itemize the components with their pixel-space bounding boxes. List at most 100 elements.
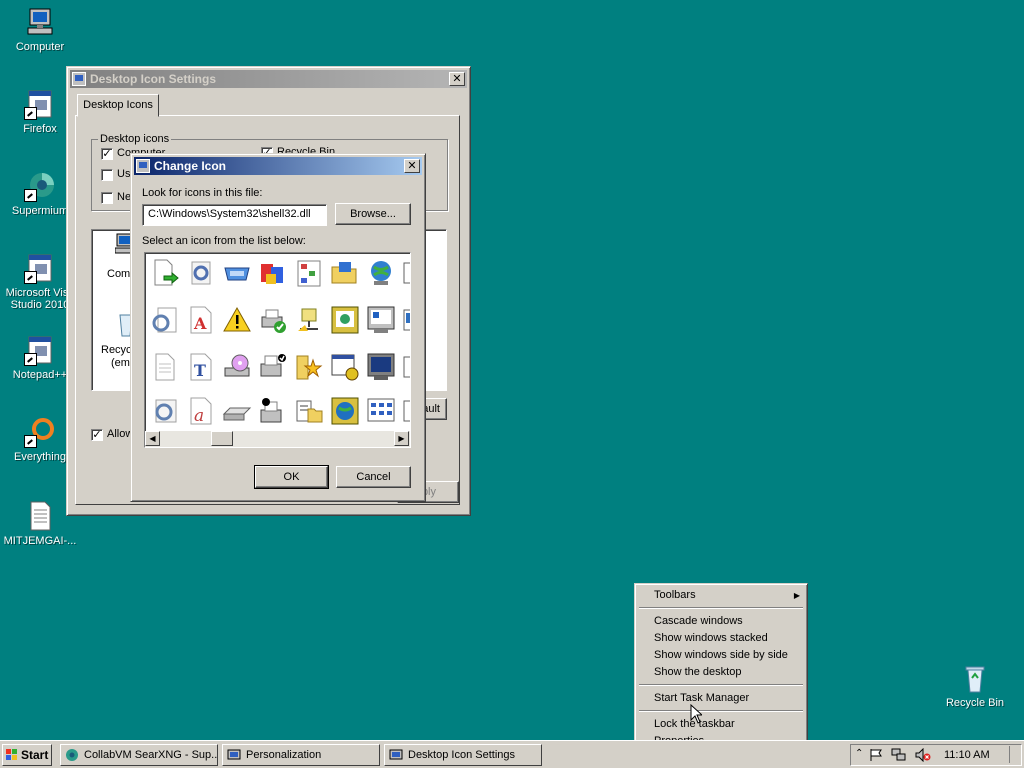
menu-item-label: Show the desktop: [654, 666, 742, 678]
allow-themes-checkbox[interactable]: ✓: [91, 429, 103, 441]
scheduled-tasks-icon[interactable]: [330, 352, 360, 382]
network-share-icon[interactable]: [294, 305, 324, 335]
dialog-title: Change Icon: [154, 159, 227, 173]
change-icon-dialog[interactable]: Change Icon ✕ Look for icons in this fil…: [130, 153, 426, 502]
view-grid-icon[interactable]: [366, 396, 396, 426]
close-button[interactable]: ✕: [449, 72, 465, 86]
horizontal-scrollbar[interactable]: ◀ ▶: [145, 431, 410, 447]
window-partial-icon-2[interactable]: [402, 305, 410, 335]
settings-page-icon[interactable]: [150, 305, 180, 335]
flag-icon[interactable]: [869, 748, 883, 765]
mouse-cursor-icon: [690, 703, 704, 724]
shortcut-arrow-icon: [24, 271, 37, 284]
visual-studio-icon: [24, 252, 56, 284]
search-page-icon[interactable]: [150, 396, 180, 426]
menu-item-side-by-side[interactable]: Show windows side by side: [638, 647, 804, 664]
menu-item-cascade[interactable]: Cascade windows: [638, 613, 804, 630]
user-files-checkbox-label: Us: [117, 168, 131, 180]
ok-button[interactable]: OK: [254, 465, 329, 489]
removable-drive-icon[interactable]: [222, 396, 252, 426]
show-hidden-icons-icon[interactable]: ⌃: [855, 748, 863, 759]
taskbar-item-desktop-icon-settings[interactable]: Desktop Icon Settings: [384, 744, 542, 766]
window-partial-icon-4[interactable]: [402, 396, 410, 426]
menu-item-label: Start Task Manager: [654, 692, 750, 704]
system-tray: ⌃ 11:10 AM: [850, 744, 1022, 766]
printer-fax-icon[interactable]: [258, 396, 288, 426]
change-icon-titlebar[interactable]: Change Icon ✕: [134, 157, 422, 175]
printer-check-icon[interactable]: [258, 305, 288, 335]
browse-button[interactable]: Browse...: [335, 203, 411, 225]
windows-logo-icon: [5, 748, 19, 762]
tree-view-icon[interactable]: [294, 258, 324, 288]
taskbar-item-label: CollabVM SearXNG - Sup...: [84, 749, 218, 761]
desktop-icon-label: Recycle Bin: [945, 697, 1005, 709]
taskbar-item-personalization[interactable]: Personalization: [222, 744, 380, 766]
taskbar-context-menu[interactable]: Toolbars ▶ Cascade windows Show windows …: [634, 583, 808, 753]
volume-muted-icon[interactable]: [915, 747, 931, 765]
blank-page-icon[interactable]: [150, 352, 180, 382]
file-path-value: C:\Windows\System32\shell32.dll: [148, 208, 311, 220]
cd-drive-icon[interactable]: [222, 352, 252, 382]
svg-text:A: A: [193, 314, 207, 333]
taskbar: Start CollabVM SearXNG - Sup... Personal…: [0, 740, 1024, 768]
scroll-right-button[interactable]: ▶: [394, 431, 409, 446]
clock[interactable]: 11:10 AM: [944, 749, 990, 761]
tab-desktop-icons[interactable]: Desktop Icons: [77, 94, 159, 117]
menu-item-toolbars[interactable]: Toolbars ▶: [638, 587, 804, 604]
truetype-font-icon[interactable]: T: [186, 352, 216, 382]
network-folder-icon[interactable]: [330, 258, 360, 288]
taskbar-item-collabvm[interactable]: CollabVM SearXNG - Sup...: [60, 744, 218, 766]
desktop-icon-computer[interactable]: Computer: [0, 6, 80, 53]
monitor-icon[interactable]: [366, 305, 396, 335]
text-file-icon: [24, 500, 56, 532]
control-panel-icon[interactable]: [330, 305, 360, 335]
ok-label: OK: [283, 471, 300, 483]
start-label: Start: [21, 748, 49, 762]
network-checkbox[interactable]: [101, 192, 113, 204]
tab-label: Desktop Icons: [83, 99, 153, 111]
menu-item-task-manager[interactable]: Start Task Manager: [638, 690, 804, 707]
preview-label-recycle-empty: (em: [111, 357, 130, 369]
supermium-icon: [24, 170, 56, 202]
menu-item-lock-taskbar[interactable]: Lock the taskbar: [638, 716, 804, 733]
script-font-icon[interactable]: a: [186, 396, 216, 426]
firefox-icon: [24, 88, 56, 120]
menu-item-stacked[interactable]: Show windows stacked: [638, 630, 804, 647]
svg-text:T: T: [194, 361, 206, 380]
globe-computer-icon[interactable]: [366, 258, 396, 288]
browse-label: Browse...: [350, 208, 396, 220]
internet-options-icon[interactable]: [330, 396, 360, 426]
menu-item-show-desktop[interactable]: Show the desktop: [638, 664, 804, 681]
preview-label-recycle: Recyc: [101, 344, 132, 356]
window-partial-icon[interactable]: [402, 258, 410, 288]
computer-checkbox[interactable]: ✓: [101, 148, 113, 160]
file-path-input[interactable]: C:\Windows\System32\shell32.dll: [142, 204, 327, 226]
taskbar-item-label: Personalization: [246, 749, 322, 761]
drive-icon[interactable]: [222, 258, 252, 288]
display-icon[interactable]: [366, 352, 396, 382]
scroll-thumb[interactable]: [211, 431, 233, 446]
page-arrow-icon[interactable]: [150, 258, 180, 288]
menu-item-label: Show windows stacked: [654, 632, 768, 644]
font-icon[interactable]: A: [186, 305, 216, 335]
network-icon[interactable]: [891, 748, 907, 765]
menu-separator: [639, 684, 803, 686]
icon-list[interactable]: A T a ◀ ▶: [144, 252, 411, 448]
desktop-icon-settings-titlebar[interactable]: Desktop Icon Settings ✕: [70, 70, 467, 88]
window-partial-icon-3[interactable]: [402, 352, 410, 382]
scroll-left-button[interactable]: ◀: [145, 431, 160, 446]
window-icon: [72, 72, 86, 86]
user-files-checkbox[interactable]: [101, 169, 113, 181]
warning-icon[interactable]: [222, 305, 252, 335]
default-printer-icon[interactable]: [258, 352, 288, 382]
gear-page-icon[interactable]: [186, 258, 216, 288]
desktop-icon-recycle-bin[interactable]: Recycle Bin: [935, 662, 1015, 709]
start-button[interactable]: Start: [2, 744, 52, 766]
programs-icon[interactable]: [258, 258, 288, 288]
show-desktop-button[interactable]: [1009, 746, 1020, 763]
menu-separator: [639, 607, 803, 609]
favorites-folder-icon[interactable]: [294, 352, 324, 382]
close-button[interactable]: ✕: [404, 159, 420, 173]
cancel-button[interactable]: Cancel: [336, 466, 411, 488]
list-folder-icon[interactable]: [294, 396, 324, 426]
